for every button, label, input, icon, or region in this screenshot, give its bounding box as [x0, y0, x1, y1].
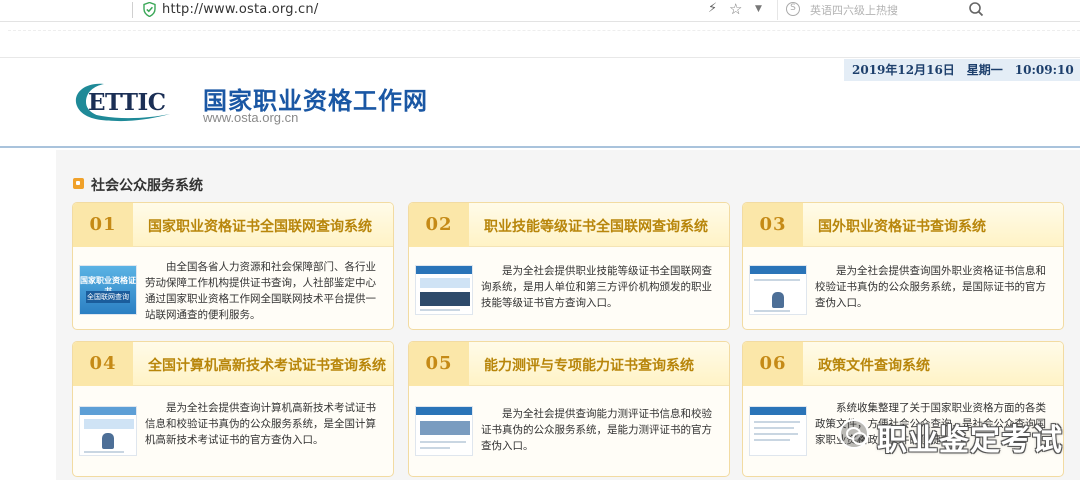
thumb-shape	[420, 441, 466, 443]
page: http://www.osta.org.cn/ ⚡ ☆ ▼ S 2019年12月…	[0, 0, 1080, 480]
search-icon[interactable]	[968, 0, 984, 18]
card-description: 是为全社会提供查询国外职业资格证书信息和校验证书真伪的公众服务系统，是国际证书的…	[815, 265, 1046, 309]
lightning-icon[interactable]: ⚡	[708, 1, 717, 16]
card-thumbnail[interactable]	[79, 406, 137, 456]
card-number: 04	[73, 342, 133, 386]
thumb-shape	[420, 292, 470, 306]
thumb-shape	[754, 421, 800, 423]
thumb-shape	[420, 309, 460, 311]
card-title[interactable]: 政策文件查询系统	[818, 355, 930, 375]
chevron-down-icon[interactable]: ▼	[755, 4, 762, 14]
thumb-shape	[772, 292, 784, 308]
bookmark-star-icon[interactable]: ☆	[729, 0, 742, 18]
card-header: 02 职业技能等级证书全国联网查询系统	[409, 203, 729, 247]
card-number: 06	[743, 342, 803, 386]
thumb-shape	[102, 433, 114, 449]
card-thumbnail[interactable]	[749, 406, 807, 456]
thumb-shape	[754, 310, 790, 312]
browser-search-box[interactable]: S	[777, 0, 989, 20]
watermark-text: 职业鉴定考试	[877, 423, 1063, 458]
thumb-shape	[416, 407, 472, 415]
thumb-shape	[416, 266, 472, 274]
card-number: 05	[409, 342, 469, 386]
card-title[interactable]: 职业技能等级证书全国联网查询系统	[484, 216, 708, 236]
service-card-02[interactable]: 02 职业技能等级证书全国联网查询系统 是为全社会提供职业技能等级证书全国联网查…	[408, 202, 730, 330]
wechat-icon	[839, 419, 869, 449]
card-title[interactable]: 能力测评与专项能力证书查询系统	[484, 355, 694, 375]
card-description: 是为全社会提供查询计算机高新技术考试证书信息和校验证书真伪的公众服务系统，是全国…	[145, 402, 376, 446]
ettic-logo[interactable]: ETTIC	[74, 80, 180, 124]
card-title[interactable]: 国家职业资格证书全国联网查询系统	[148, 216, 372, 236]
thumb-shape	[754, 439, 790, 441]
svg-text:ETTIC: ETTIC	[88, 89, 166, 116]
browser-toolbar: http://www.osta.org.cn/ ⚡ ☆ ▼ S	[0, 0, 1080, 22]
card-title[interactable]: 国外职业资格证书查询系统	[818, 216, 986, 236]
card-title[interactable]: 全国计算机高新技术考试证书查询系统	[148, 355, 386, 375]
thumb-button: 全国联网查询	[86, 291, 130, 303]
service-card-05[interactable]: 05 能力测评与专项能力证书查询系统 是为全社会提供查询能力测评证书信息和校验证…	[408, 341, 730, 477]
card-header: 04 全国计算机高新技术考试证书查询系统	[73, 342, 393, 386]
service-card-01[interactable]: 01 国家职业资格证书全国联网查询系统 国家职业资格证书 全国联网查询 由全国各…	[72, 202, 394, 330]
search-engine-icon: S	[786, 2, 800, 16]
header-divider	[0, 146, 1080, 148]
card-header: 05 能力测评与专项能力证书查询系统	[409, 342, 729, 386]
card-description: 是为全社会提供职业技能等级证书全国联网查询系统，是用人单位和第三方评价机构颁发的…	[481, 265, 712, 309]
card-thumbnail[interactable]	[749, 265, 807, 315]
thumb-shape	[754, 427, 794, 429]
address-bar-url[interactable]: http://www.osta.org.cn/	[162, 2, 318, 17]
secure-shield-icon[interactable]	[143, 2, 156, 17]
thumb-shape	[754, 433, 798, 435]
card-number: 01	[73, 203, 133, 247]
toolbar-divider	[132, 2, 133, 18]
current-datetime: 2019年12月16日 星期一 10:09:10	[844, 59, 1080, 81]
section-bullet-icon	[73, 178, 84, 189]
card-description: 是为全社会提供查询能力测评证书信息和校验证书真伪的公众服务系统，是能力测评证书的…	[481, 408, 712, 452]
header-divider	[0, 57, 1080, 58]
card-header: 01 国家职业资格证书全国联网查询系统	[73, 203, 393, 247]
card-number: 03	[743, 203, 803, 247]
thumb-shape	[420, 278, 470, 288]
thumb-shape	[420, 447, 450, 449]
card-description: 由全国各省人力资源和社会保障部门、各行业劳动保障工作机构提供证书查询，人社部鉴定…	[145, 261, 376, 321]
card-thumbnail[interactable]	[415, 406, 473, 456]
card-thumbnail[interactable]: 国家职业资格证书 全国联网查询	[79, 265, 137, 315]
card-number: 02	[409, 203, 469, 247]
thumb-shape	[84, 451, 124, 453]
thumb-shape	[80, 407, 136, 415]
divider	[8, 30, 1080, 31]
thumb-shape	[750, 266, 806, 274]
thumb-shape	[84, 419, 134, 429]
service-card-04[interactable]: 04 全国计算机高新技术考试证书查询系统 是为全社会提供查询计算机高新技术考试证…	[72, 341, 394, 477]
section-title: 社会公众服务系统	[91, 178, 203, 194]
search-input[interactable]	[810, 1, 960, 19]
card-header: 06 政策文件查询系统	[743, 342, 1063, 386]
site-url: www.osta.org.cn	[203, 110, 299, 125]
thumb-shape	[420, 421, 470, 435]
thumb-shape	[750, 407, 806, 415]
card-thumbnail[interactable]	[415, 265, 473, 315]
card-header: 03 国外职业资格证书查询系统	[743, 203, 1063, 247]
thumb-shape	[754, 279, 800, 281]
service-card-03[interactable]: 03 国外职业资格证书查询系统 是为全社会提供查询国外职业资格证书信息和校验证书…	[742, 202, 1064, 330]
